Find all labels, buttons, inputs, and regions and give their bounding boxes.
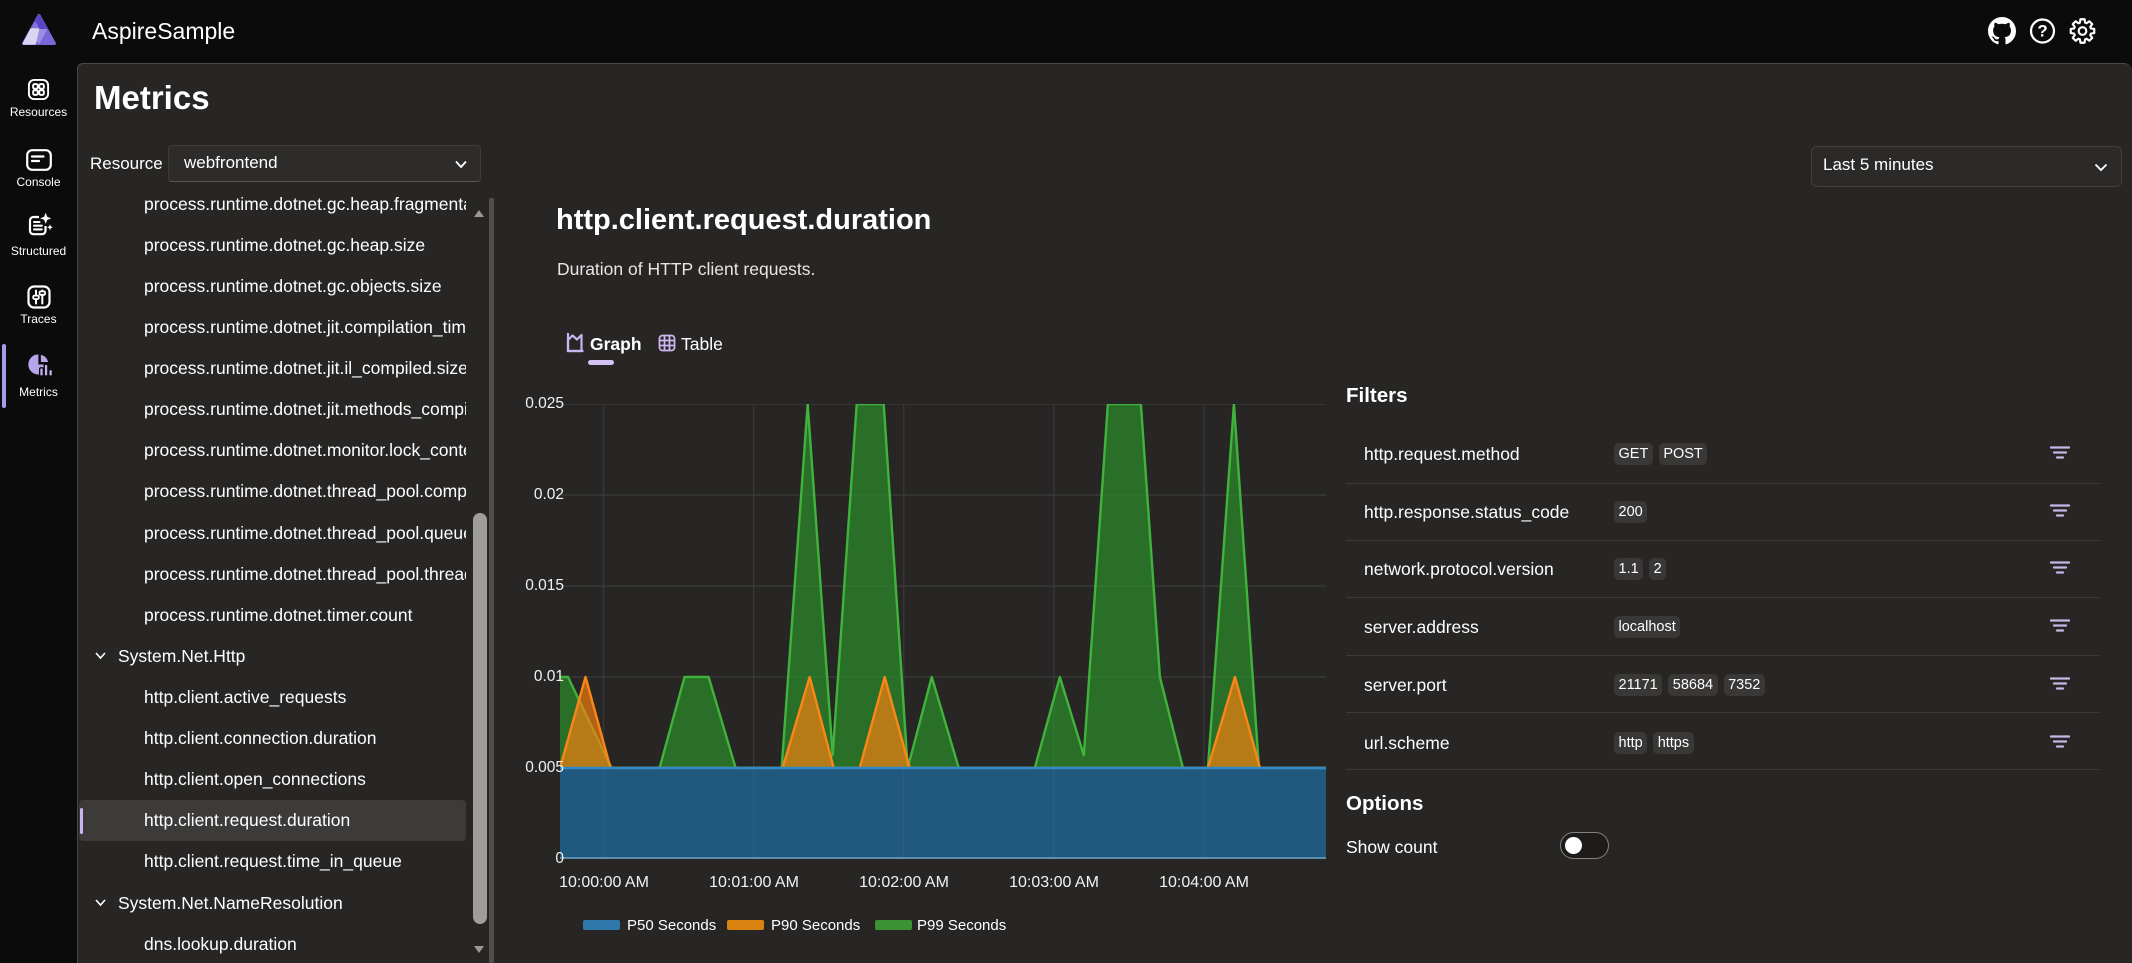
svg-text:?: ? — [2037, 21, 2047, 40]
